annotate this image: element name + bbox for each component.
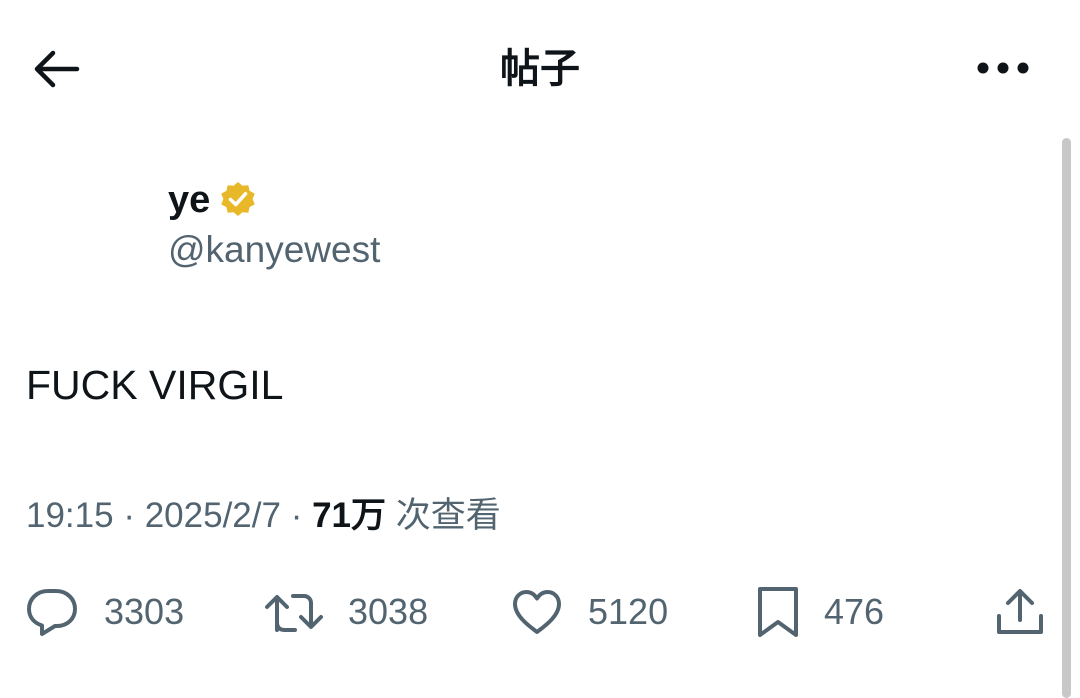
repost-count: 3038 bbox=[348, 591, 429, 632]
post-time[interactable]: 19:15 bbox=[26, 496, 114, 535]
heart-icon bbox=[510, 588, 564, 636]
views-label: 次查看 bbox=[395, 496, 501, 536]
bookmark-button[interactable]: 476 bbox=[756, 580, 884, 644]
page-title: 帖子 bbox=[500, 46, 580, 92]
share-icon bbox=[994, 586, 1046, 638]
more-horizontal-icon bbox=[976, 61, 1030, 75]
action-bar: 3303 3038 5120 476 bbox=[0, 580, 1080, 644]
meta-separator: · bbox=[123, 496, 135, 535]
repost-button[interactable]: 3038 bbox=[264, 580, 428, 644]
post-meta: 19:15 · 2025/2/7 · 71万 次查看 bbox=[26, 492, 501, 540]
reply-icon bbox=[24, 586, 80, 638]
post-date[interactable]: 2025/2/7 bbox=[145, 496, 281, 535]
author-block[interactable]: ye @kanyewest bbox=[168, 175, 380, 273]
top-bar: 帖子 bbox=[0, 0, 1080, 140]
reply-count: 3303 bbox=[104, 591, 185, 632]
like-button[interactable]: 5120 bbox=[510, 580, 668, 644]
repost-icon bbox=[264, 588, 324, 636]
user-handle[interactable]: @kanyewest bbox=[168, 227, 380, 273]
views-count: 71万 bbox=[312, 496, 387, 535]
bookmark-count: 476 bbox=[824, 591, 885, 632]
like-count: 5120 bbox=[588, 591, 669, 632]
verified-badge-icon[interactable] bbox=[218, 180, 258, 220]
more-options-button[interactable] bbox=[972, 48, 1034, 88]
meta-separator: · bbox=[290, 496, 303, 535]
share-button[interactable] bbox=[994, 580, 1046, 644]
bookmark-icon bbox=[756, 585, 800, 639]
display-name[interactable]: ye bbox=[168, 175, 210, 225]
reply-button[interactable]: 3303 bbox=[24, 580, 184, 644]
post-text: FUCK VIRGIL bbox=[26, 362, 284, 408]
